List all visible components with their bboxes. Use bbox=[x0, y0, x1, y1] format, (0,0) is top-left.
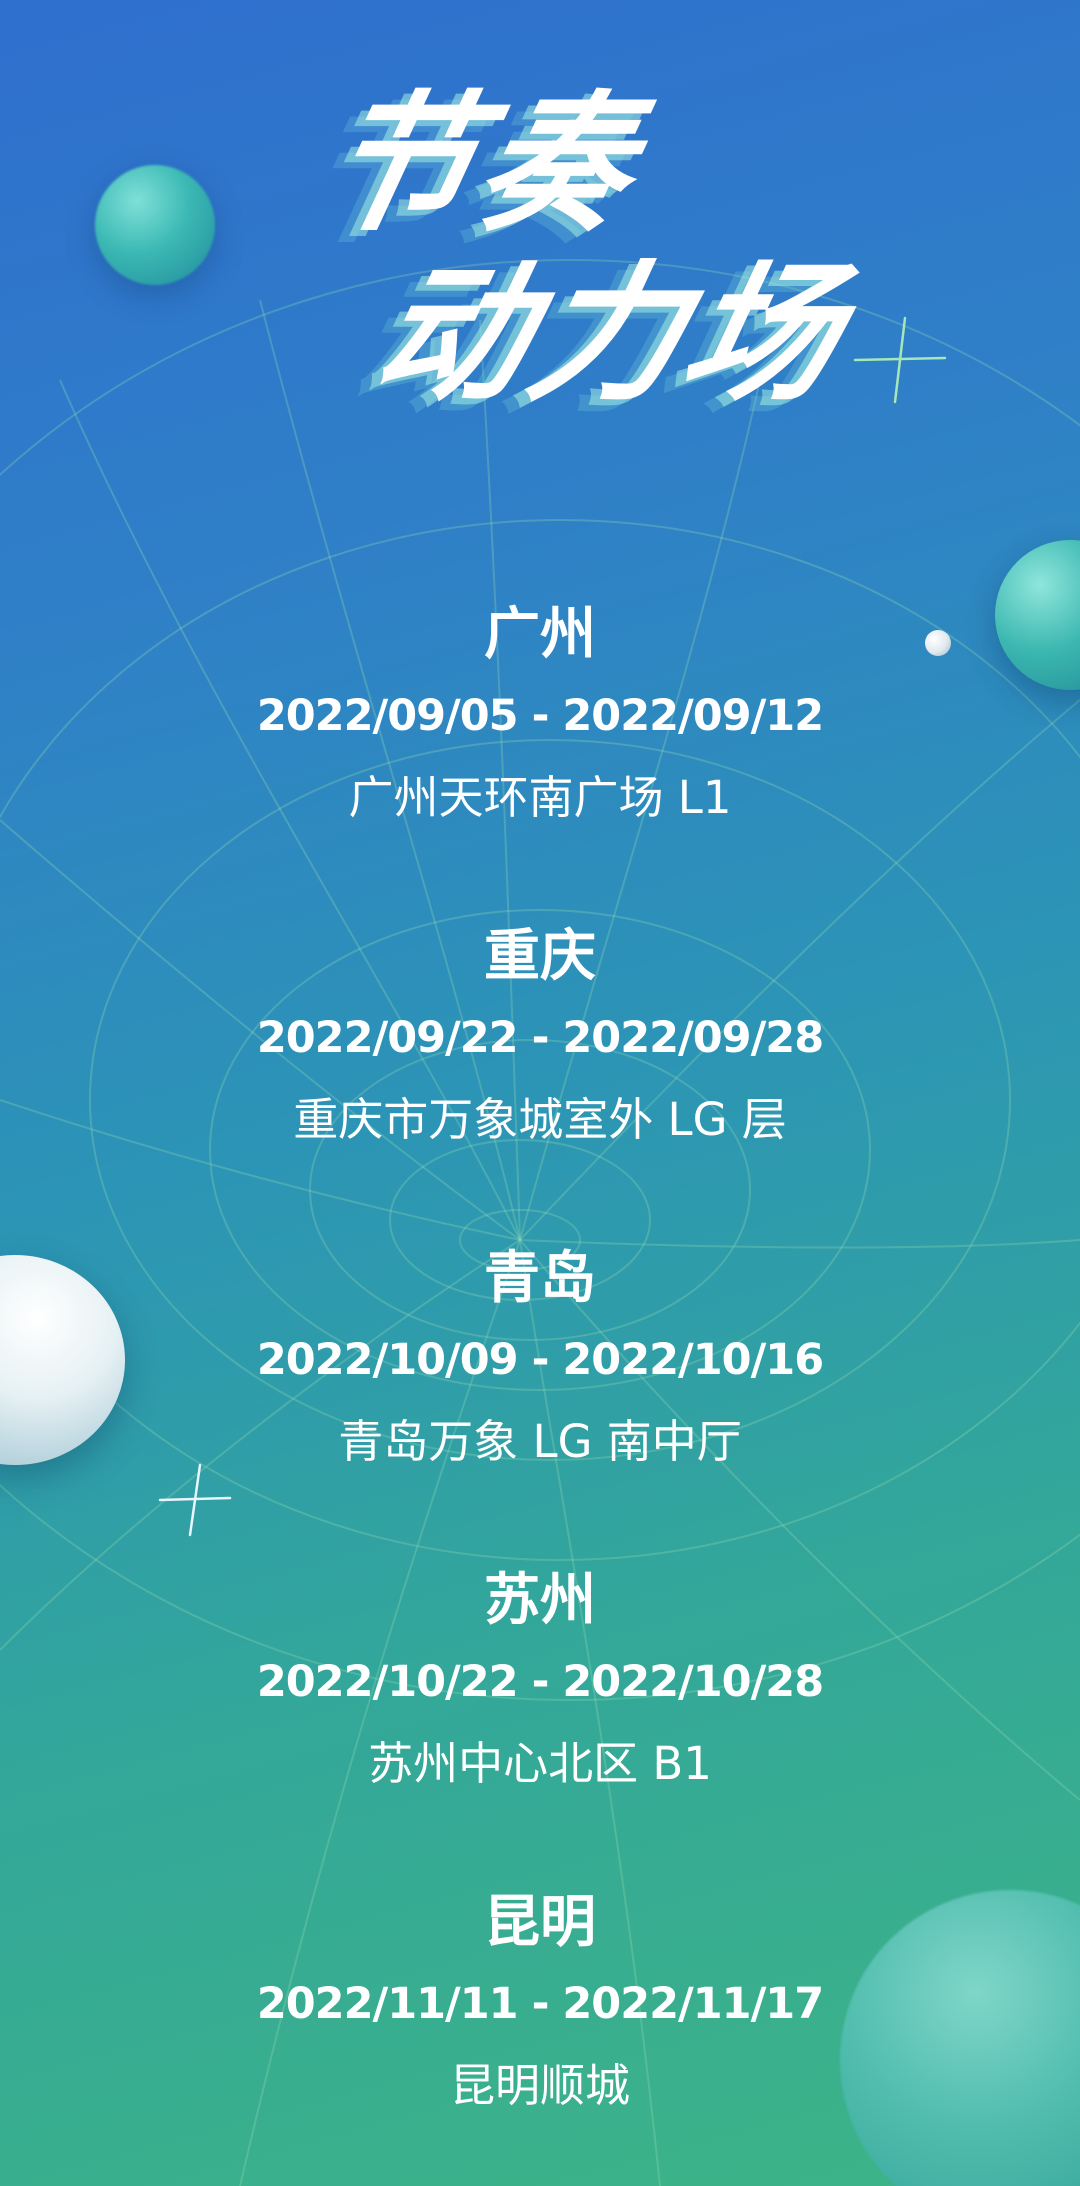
title-line-1: 节奏 bbox=[307, 78, 653, 252]
event-item: 苏州 2022/10/22 - 2022/10/28 苏州中心北区 B1 bbox=[0, 1561, 1080, 1883]
event-item: 重庆 2022/09/22 - 2022/09/28 重庆市万象城室外 LG 层 bbox=[0, 917, 1080, 1239]
event-venue: 昆明顺城 bbox=[449, 2059, 630, 2112]
event-dates: 2022/11/11 - 2022/11/17 bbox=[256, 1979, 824, 2029]
event-venue: 青岛万象 LG 南中厅 bbox=[338, 1415, 742, 1468]
event-venue: 苏州中心北区 B1 bbox=[368, 1737, 712, 1790]
event-city: 重庆 bbox=[484, 924, 596, 989]
poster: 节奏 动力场 广州 2022/09/05 - 2022/09/12 广州天环南广… bbox=[0, 0, 1080, 2186]
event-dates: 2022/10/09 - 2022/10/16 bbox=[256, 1335, 824, 1385]
event-city: 苏州 bbox=[484, 1568, 596, 1633]
poster-title: 节奏 动力场 bbox=[0, 78, 1080, 422]
event-city: 广州 bbox=[484, 602, 596, 667]
event-item: 昆明 2022/11/11 - 2022/11/17 昆明顺城 bbox=[0, 1883, 1080, 2186]
event-city: 昆明 bbox=[484, 1890, 596, 1955]
event-dates: 2022/10/22 - 2022/10/28 bbox=[256, 1657, 824, 1707]
event-dates: 2022/09/05 - 2022/09/12 bbox=[256, 691, 824, 741]
event-list: 广州 2022/09/05 - 2022/09/12 广州天环南广场 L1 重庆… bbox=[0, 595, 1080, 2186]
event-item: 广州 2022/09/05 - 2022/09/12 广州天环南广场 L1 bbox=[0, 595, 1080, 917]
title-line-2: 动力场 bbox=[360, 248, 860, 422]
event-venue: 广州天环南广场 L1 bbox=[348, 771, 732, 824]
event-venue: 重庆市万象城室外 LG 层 bbox=[293, 1093, 787, 1146]
event-item: 青岛 2022/10/09 - 2022/10/16 青岛万象 LG 南中厅 bbox=[0, 1239, 1080, 1561]
event-dates: 2022/09/22 - 2022/09/28 bbox=[256, 1013, 824, 1063]
event-city: 青岛 bbox=[484, 1246, 596, 1311]
